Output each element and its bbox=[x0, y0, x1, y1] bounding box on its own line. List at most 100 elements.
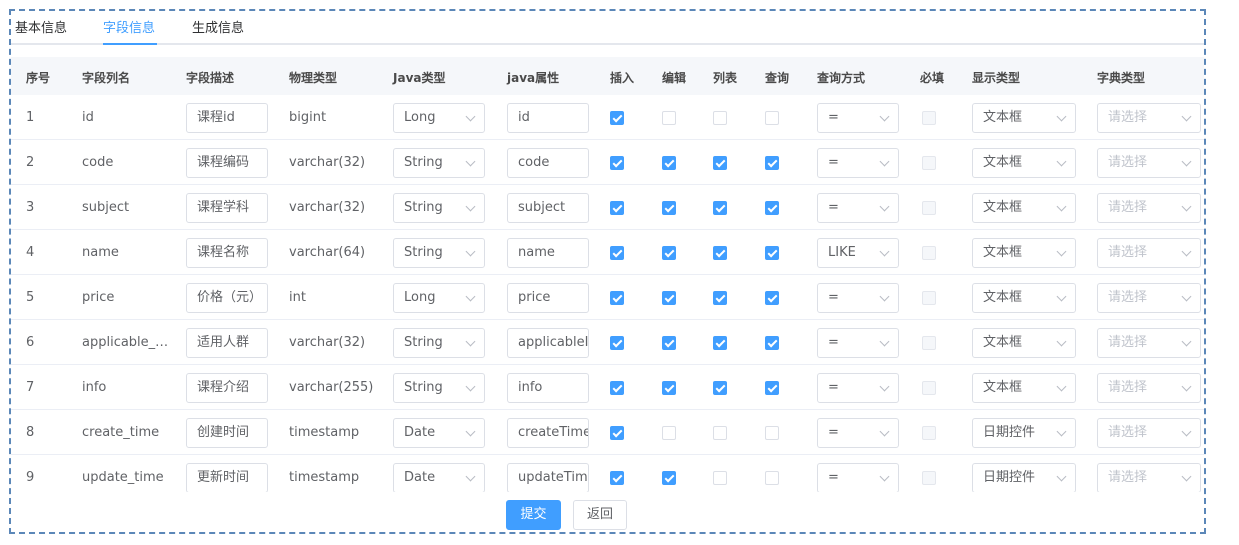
submit-button[interactable]: 提交 bbox=[506, 500, 561, 530]
required-checkbox[interactable] bbox=[922, 111, 936, 125]
query-type-select[interactable]: = bbox=[817, 148, 899, 178]
list-checkbox[interactable] bbox=[713, 111, 727, 125]
edit-checkbox[interactable] bbox=[662, 381, 676, 395]
description-input[interactable]: 课程学科 bbox=[186, 193, 268, 223]
tab-generate-info[interactable]: 生成信息 bbox=[192, 17, 244, 45]
list-checkbox[interactable] bbox=[713, 246, 727, 260]
insert-checkbox[interactable] bbox=[610, 156, 624, 170]
query-checkbox[interactable] bbox=[765, 156, 779, 170]
java-type-select[interactable]: String bbox=[393, 328, 485, 358]
required-checkbox[interactable] bbox=[922, 246, 936, 260]
query-type-select[interactable]: = bbox=[817, 283, 899, 313]
display-type-select[interactable]: 日期控件 bbox=[972, 463, 1076, 492]
insert-checkbox[interactable] bbox=[610, 426, 624, 440]
query-type-select[interactable]: LIKE bbox=[817, 238, 899, 268]
list-checkbox[interactable] bbox=[713, 426, 727, 440]
java-field-input[interactable]: name bbox=[507, 238, 589, 268]
required-checkbox[interactable] bbox=[922, 426, 936, 440]
required-checkbox[interactable] bbox=[922, 471, 936, 485]
edit-checkbox[interactable] bbox=[662, 201, 676, 215]
query-checkbox[interactable] bbox=[765, 426, 779, 440]
display-type-select[interactable]: 文本框 bbox=[972, 373, 1076, 403]
tab-field-info[interactable]: 字段信息 bbox=[103, 17, 155, 45]
dict-type-select[interactable]: 请选择 bbox=[1097, 418, 1201, 448]
insert-checkbox[interactable] bbox=[610, 111, 624, 125]
description-input[interactable]: 课程id bbox=[186, 103, 268, 133]
list-checkbox[interactable] bbox=[713, 156, 727, 170]
edit-checkbox[interactable] bbox=[662, 471, 676, 485]
display-type-select[interactable]: 日期控件 bbox=[972, 418, 1076, 448]
dict-type-select[interactable]: 请选择 bbox=[1097, 193, 1201, 223]
query-checkbox[interactable] bbox=[765, 471, 779, 485]
insert-checkbox[interactable] bbox=[610, 471, 624, 485]
list-checkbox[interactable] bbox=[713, 336, 727, 350]
display-type-select[interactable]: 文本框 bbox=[972, 193, 1076, 223]
query-type-select[interactable]: = bbox=[817, 463, 899, 492]
description-input[interactable]: 创建时间 bbox=[186, 418, 268, 448]
insert-checkbox[interactable] bbox=[610, 201, 624, 215]
list-checkbox[interactable] bbox=[713, 381, 727, 395]
edit-checkbox[interactable] bbox=[662, 426, 676, 440]
java-field-input[interactable]: subject bbox=[507, 193, 589, 223]
query-checkbox[interactable] bbox=[765, 111, 779, 125]
java-type-select[interactable]: String bbox=[393, 193, 485, 223]
edit-checkbox[interactable] bbox=[662, 111, 676, 125]
description-input[interactable]: 更新时间 bbox=[186, 463, 268, 492]
java-type-select[interactable]: Long bbox=[393, 283, 485, 313]
display-type-select[interactable]: 文本框 bbox=[972, 328, 1076, 358]
display-type-select[interactable]: 文本框 bbox=[972, 103, 1076, 133]
insert-checkbox[interactable] bbox=[610, 336, 624, 350]
query-type-select[interactable]: = bbox=[817, 193, 899, 223]
description-input[interactable]: 课程编码 bbox=[186, 148, 268, 178]
display-type-select[interactable]: 文本框 bbox=[972, 283, 1076, 313]
required-checkbox[interactable] bbox=[922, 156, 936, 170]
dict-type-select[interactable]: 请选择 bbox=[1097, 463, 1201, 492]
tab-basic-info[interactable]: 基本信息 bbox=[15, 17, 67, 45]
edit-checkbox[interactable] bbox=[662, 291, 676, 305]
java-field-input[interactable]: updateTim bbox=[507, 463, 589, 492]
query-checkbox[interactable] bbox=[765, 201, 779, 215]
java-field-input[interactable]: applicableI bbox=[507, 328, 589, 358]
list-checkbox[interactable] bbox=[713, 471, 727, 485]
java-field-input[interactable]: id bbox=[507, 103, 589, 133]
query-type-select[interactable]: = bbox=[817, 373, 899, 403]
query-checkbox[interactable] bbox=[765, 291, 779, 305]
java-type-select[interactable]: Long bbox=[393, 103, 485, 133]
edit-checkbox[interactable] bbox=[662, 336, 676, 350]
list-checkbox[interactable] bbox=[713, 291, 727, 305]
dict-type-select[interactable]: 请选择 bbox=[1097, 148, 1201, 178]
dict-type-select[interactable]: 请选择 bbox=[1097, 373, 1201, 403]
query-type-select[interactable]: = bbox=[817, 418, 899, 448]
java-type-select[interactable]: Date bbox=[393, 463, 485, 492]
query-type-select[interactable]: = bbox=[817, 328, 899, 358]
java-type-select[interactable]: String bbox=[393, 148, 485, 178]
description-input[interactable]: 适用人群 bbox=[186, 328, 268, 358]
required-checkbox[interactable] bbox=[922, 201, 936, 215]
back-button[interactable]: 返回 bbox=[573, 500, 627, 530]
required-checkbox[interactable] bbox=[922, 336, 936, 350]
edit-checkbox[interactable] bbox=[662, 156, 676, 170]
display-type-select[interactable]: 文本框 bbox=[972, 238, 1076, 268]
insert-checkbox[interactable] bbox=[610, 291, 624, 305]
java-field-input[interactable]: price bbox=[507, 283, 589, 313]
insert-checkbox[interactable] bbox=[610, 381, 624, 395]
query-type-select[interactable]: = bbox=[817, 103, 899, 133]
required-checkbox[interactable] bbox=[922, 291, 936, 305]
required-checkbox[interactable] bbox=[922, 381, 936, 395]
java-field-input[interactable]: createTime bbox=[507, 418, 589, 448]
dict-type-select[interactable]: 请选择 bbox=[1097, 238, 1201, 268]
insert-checkbox[interactable] bbox=[610, 246, 624, 260]
description-input[interactable]: 价格（元） bbox=[186, 283, 268, 313]
java-type-select[interactable]: String bbox=[393, 238, 485, 268]
display-type-select[interactable]: 文本框 bbox=[972, 148, 1076, 178]
java-field-input[interactable]: info bbox=[507, 373, 589, 403]
description-input[interactable]: 课程名称 bbox=[186, 238, 268, 268]
java-field-input[interactable]: code bbox=[507, 148, 589, 178]
dict-type-select[interactable]: 请选择 bbox=[1097, 328, 1201, 358]
dict-type-select[interactable]: 请选择 bbox=[1097, 103, 1201, 133]
description-input[interactable]: 课程介绍 bbox=[186, 373, 268, 403]
dict-type-select[interactable]: 请选择 bbox=[1097, 283, 1201, 313]
query-checkbox[interactable] bbox=[765, 336, 779, 350]
edit-checkbox[interactable] bbox=[662, 246, 676, 260]
java-type-select[interactable]: Date bbox=[393, 418, 485, 448]
